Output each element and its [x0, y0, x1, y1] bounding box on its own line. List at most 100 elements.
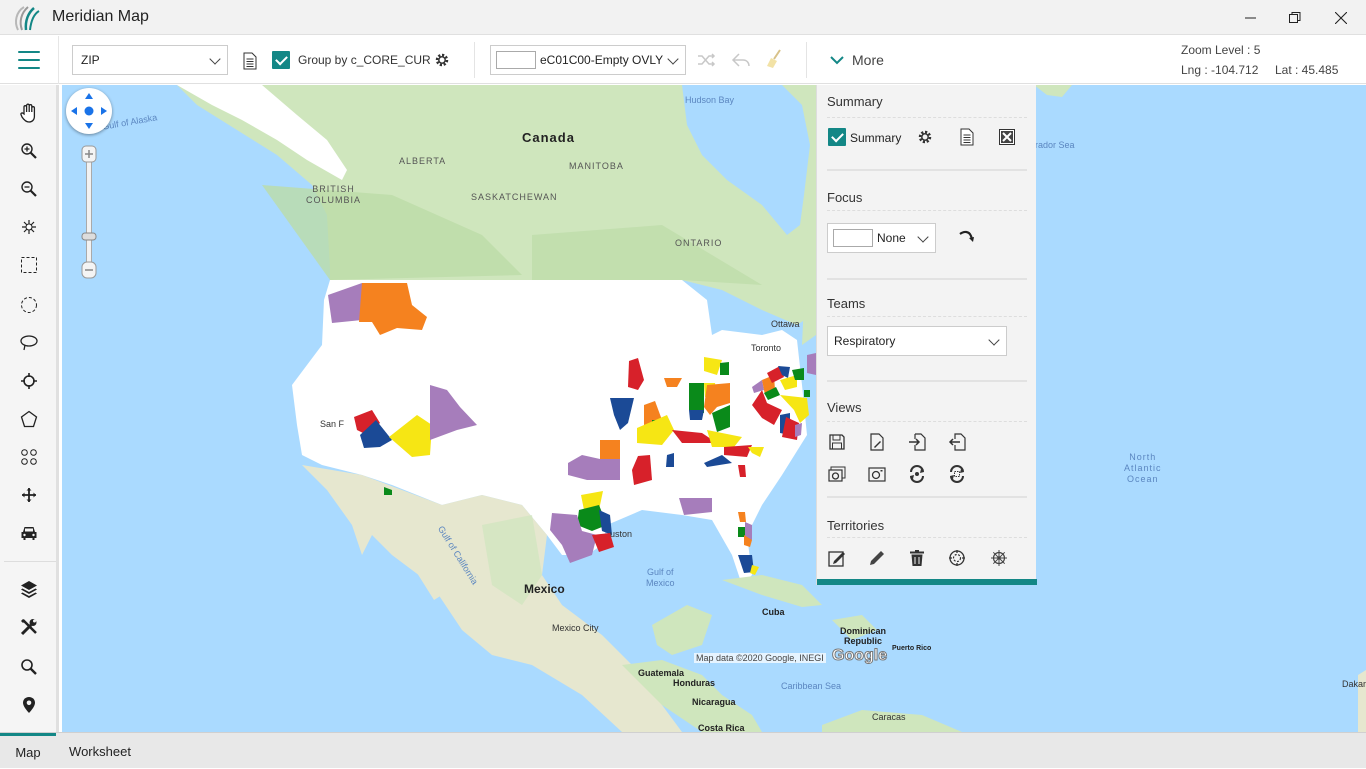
target-territory-button[interactable]: [947, 548, 967, 568]
divider: [827, 117, 1027, 118]
rectangle-select-tool[interactable]: [17, 253, 41, 277]
map-canvas[interactable]: Gulf of Alaska Hudson Bay Labrador Sea N…: [62, 85, 1366, 732]
label-canada: Canada: [522, 130, 575, 145]
close-button[interactable]: [1318, 0, 1364, 35]
hamburger-icon: [18, 51, 40, 53]
label-toronto: Toronto: [751, 343, 782, 353]
zoom-in-tool[interactable]: [17, 139, 41, 163]
views-heading: Views: [827, 400, 862, 415]
draw-territory-button[interactable]: [867, 548, 887, 568]
overlay-select[interactable]: eC01C00-Empty OVLY: [490, 45, 686, 75]
camera-multiple-icon: [828, 466, 846, 482]
export-icon: [948, 433, 966, 451]
snapshot-button[interactable]: [867, 464, 887, 484]
label-british-columbia: BRITISH COLUMBIA: [306, 184, 362, 205]
refresh-area-button[interactable]: [947, 464, 967, 484]
zoom-slider[interactable]: [81, 145, 97, 279]
group-by-checkbox[interactable]: [272, 51, 290, 69]
label-mexico: Mexico: [524, 582, 565, 596]
territory-de-green: [804, 390, 810, 397]
undo-button[interactable]: [730, 50, 752, 70]
chevron-down-icon: [917, 231, 929, 243]
clear-button[interactable]: [764, 48, 784, 70]
camera-icon: [868, 467, 886, 482]
territory-nv-yellow: [389, 415, 432, 457]
import-view-button[interactable]: [907, 432, 927, 452]
summary-label: Summary: [850, 131, 902, 145]
focus-apply-button[interactable]: [957, 227, 977, 247]
pan-up-arrow: [85, 93, 93, 99]
search-icon: [21, 659, 37, 675]
group-settings-button[interactable]: [433, 51, 451, 69]
territory-settings-button[interactable]: [989, 548, 1009, 568]
territories-heading: Territories: [827, 518, 885, 533]
cluster-tool[interactable]: [17, 445, 41, 469]
territory-ms-purple: [679, 498, 712, 515]
zoom-in-icon: [21, 143, 37, 159]
zoom-out-tool[interactable]: [17, 177, 41, 201]
label-gulf-of-mexico: Gulf of Mexico: [646, 567, 675, 588]
label-cuba: Cuba: [762, 607, 785, 617]
more-button[interactable]: More: [830, 49, 890, 71]
app-title: Meridian Map: [52, 8, 149, 25]
summary-export-excel-button[interactable]: [997, 127, 1017, 147]
settings-tool[interactable]: [17, 615, 41, 639]
dashed-circle-icon: [21, 297, 37, 313]
focus-select-value: None: [877, 231, 906, 245]
divider: [827, 210, 1027, 211]
pan-tool[interactable]: [17, 101, 41, 125]
territory-layer: [328, 283, 816, 575]
pan-left-arrow: [71, 107, 77, 115]
label-san-francisco: San F: [320, 419, 345, 429]
save-view-button[interactable]: [827, 432, 847, 452]
summary-settings-button[interactable]: [915, 127, 935, 147]
label-puerto-rico: Puerto Rico: [892, 645, 932, 652]
territory-tn-blue: [704, 455, 732, 467]
sparkle-icon: [22, 220, 36, 234]
focus-select[interactable]: None: [827, 223, 936, 253]
territory-wi-yellow: [704, 357, 722, 375]
export-view-button[interactable]: [947, 432, 967, 452]
level-select[interactable]: ZIP: [72, 45, 228, 75]
lasso-select-tool[interactable]: [17, 331, 41, 355]
tab-worksheet[interactable]: Worksheet: [62, 733, 138, 769]
label-caribbean-sea: Caribbean Sea: [781, 681, 842, 691]
search-tool[interactable]: [17, 655, 41, 679]
close-icon: [1335, 11, 1347, 24]
delete-territory-button[interactable]: [907, 548, 927, 568]
move-tool[interactable]: [17, 483, 41, 507]
shuffle-icon: [698, 53, 716, 67]
pan-control[interactable]: [66, 88, 112, 134]
gear-icon: [435, 53, 449, 67]
summary-checkbox[interactable]: [828, 128, 846, 146]
refresh-location-button[interactable]: [907, 464, 927, 484]
teams-select[interactable]: Respiratory: [827, 326, 1007, 356]
summary-report-button[interactable]: [957, 127, 977, 147]
territory-ca-green: [384, 487, 392, 495]
restore-button[interactable]: [1272, 0, 1318, 35]
point-select-tool[interactable]: [17, 215, 41, 239]
dots-icon: [21, 449, 37, 465]
drive-tool[interactable]: [17, 521, 41, 545]
edit-territory-button[interactable]: [827, 548, 847, 568]
minimize-button[interactable]: [1228, 0, 1274, 35]
label-guatemala: Guatemala: [638, 668, 685, 678]
layers-tool[interactable]: [17, 577, 41, 601]
circle-select-tool[interactable]: [17, 293, 41, 317]
snapshot-all-button[interactable]: [827, 464, 847, 484]
menu-button[interactable]: [0, 36, 59, 84]
target-icon: [949, 550, 965, 566]
territory-fl-orange: [738, 512, 746, 522]
shuffle-button[interactable]: [696, 50, 718, 70]
report-button[interactable]: [241, 51, 259, 71]
edit-view-button[interactable]: [867, 432, 887, 452]
tab-map[interactable]: Map: [0, 733, 56, 769]
sidebar-divider: [4, 561, 56, 562]
location-tool[interactable]: [17, 693, 41, 717]
zoom-slider-graphic: [81, 145, 97, 279]
territory-nv-purple: [430, 385, 477, 440]
target-tool[interactable]: [17, 369, 41, 393]
title-bar: Meridian Map: [0, 0, 1366, 35]
document-list-icon: [960, 128, 974, 146]
polygon-select-tool[interactable]: [17, 407, 41, 431]
